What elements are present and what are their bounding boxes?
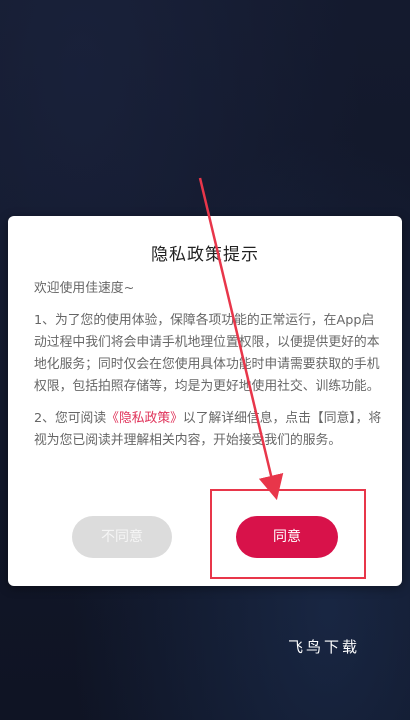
dialog-title: 隐私政策提示 bbox=[151, 245, 259, 265]
greeting-text: 欢迎使用佳速度~ bbox=[34, 281, 135, 296]
paragraph-permissions: 1、为了您的使用体验，保障各项功能的正常运行，在App启动过程中我们将会申请手机… bbox=[34, 313, 380, 394]
paragraph-policy: 2、您可阅读《隐私政策》以了解详细信息，点击【同意】，将视为您已阅读并理解相关内… bbox=[34, 408, 382, 452]
dialog-content: 欢迎使用佳速度~ 1、为了您的使用体验，保障各项功能的正常运行，在App启动过程… bbox=[34, 278, 382, 462]
privacy-policy-dialog: 隐私政策提示 欢迎使用佳速度~ 1、为了您的使用体验，保障各项功能的正常运行，在… bbox=[8, 216, 402, 586]
watermark-text: 飞鸟下载 bbox=[288, 638, 361, 656]
privacy-policy-link[interactable]: 《隐私政策》 bbox=[106, 411, 183, 426]
paragraph-policy-prefix: 2、您可阅读 bbox=[34, 411, 107, 426]
agree-button[interactable]: 同意 bbox=[236, 516, 338, 558]
disagree-button[interactable]: 不同意 bbox=[72, 516, 172, 558]
